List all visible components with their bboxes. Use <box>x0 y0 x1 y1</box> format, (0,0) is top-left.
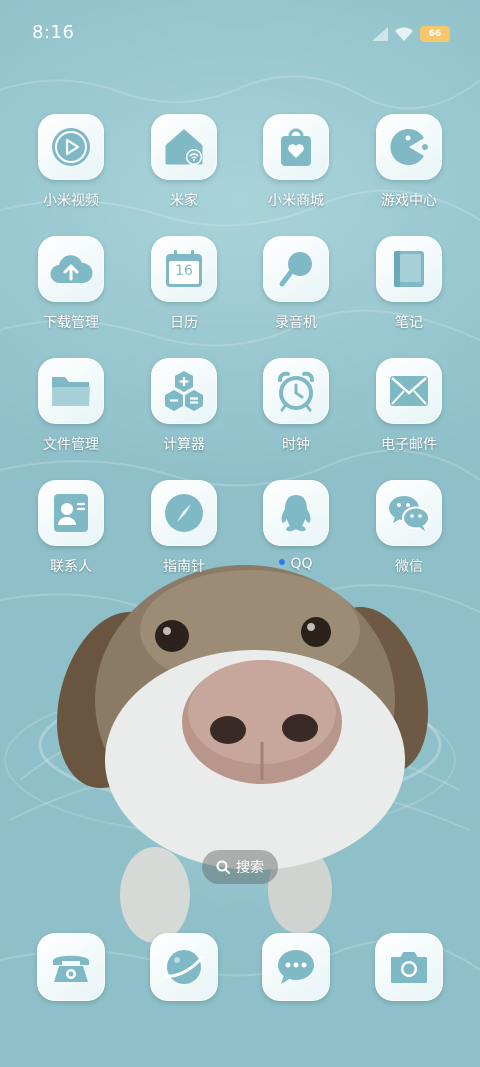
alarm-clock-icon <box>278 371 314 412</box>
app-calendar[interactable]: 16 日历 <box>134 236 234 332</box>
app-clock[interactable]: 时钟 <box>246 358 346 454</box>
app-label: 笔记 <box>395 315 423 331</box>
app-mi-store[interactable]: 小米商城 <box>246 114 346 210</box>
microphone-icon <box>279 252 312 287</box>
folder-icon <box>52 377 90 406</box>
app-wechat-tile[interactable] <box>376 480 442 546</box>
dock-camera-tile[interactable] <box>375 933 443 1001</box>
app-label: 电子邮件 <box>381 437 437 453</box>
wechat-icon <box>389 496 430 531</box>
app-notes[interactable]: 笔记 <box>359 236 459 332</box>
envelope-icon <box>390 376 428 406</box>
app-label: 游戏中心 <box>381 193 437 209</box>
app-label: 计算器 <box>163 437 205 453</box>
app-contacts[interactable]: 联系人 <box>21 480 121 576</box>
app-compass[interactable]: 指南针 <box>134 480 234 576</box>
dock-phone-tile[interactable] <box>37 933 105 1001</box>
camera-icon <box>391 952 427 983</box>
app-label: 下载管理 <box>43 315 99 331</box>
app-file-manager[interactable]: 文件管理 <box>21 358 121 454</box>
play-icon <box>52 128 90 166</box>
calendar-day: 16 <box>175 263 193 279</box>
app-recorder[interactable]: 录音机 <box>246 236 346 332</box>
contact-card-icon <box>54 494 88 532</box>
dock-messages-tile[interactable] <box>262 933 330 1001</box>
app-label: 联系人 <box>50 559 92 575</box>
app-game-center[interactable]: 游戏中心 <box>359 114 459 210</box>
app-game-center-tile[interactable] <box>376 114 442 180</box>
app-compass-tile[interactable] <box>151 480 217 546</box>
app-label: 小米商城 <box>268 193 324 209</box>
app-email[interactable]: 电子邮件 <box>359 358 459 454</box>
app-notes-tile[interactable] <box>376 236 442 302</box>
search-label: 搜索 <box>236 860 264 876</box>
app-label: 录音机 <box>275 315 317 331</box>
app-mijia[interactable]: 米家 <box>134 114 234 210</box>
app-mi-store-tile[interactable] <box>263 114 329 180</box>
search-icon <box>216 860 230 874</box>
app-label: QQ <box>246 556 346 572</box>
dock-messages[interactable] <box>246 933 346 1001</box>
app-wechat[interactable]: 微信 <box>359 480 459 576</box>
app-recorder-tile[interactable] <box>263 236 329 302</box>
app-mi-video[interactable]: 小米视频 <box>21 114 121 210</box>
app-mijia-tile[interactable] <box>151 114 217 180</box>
app-download-manager-tile[interactable] <box>38 236 104 302</box>
app-label: 指南针 <box>163 559 205 575</box>
app-calculator-tile[interactable] <box>151 358 217 424</box>
shopping-bag-icon <box>281 128 311 166</box>
app-label: 文件管理 <box>43 437 99 453</box>
app-mi-video-tile[interactable] <box>38 114 104 180</box>
dock-camera[interactable] <box>359 933 459 1001</box>
browser-planet-icon <box>164 950 204 984</box>
home-wifi-icon <box>165 129 203 165</box>
search-button[interactable]: 搜索 <box>202 850 278 884</box>
cloud-upload-icon <box>50 255 93 284</box>
app-email-tile[interactable] <box>376 358 442 424</box>
notebook-icon <box>394 251 424 287</box>
app-clock-tile[interactable] <box>263 358 329 424</box>
app-label-text: QQ <box>290 556 313 572</box>
app-grid: 小米视频 米家 小米商城 游戏中心 下载管理 16 日历 录音机 笔记 文件管理… <box>0 0 480 1067</box>
penguin-icon <box>281 495 311 532</box>
app-label: 微信 <box>395 559 423 575</box>
dock-browser-tile[interactable] <box>150 933 218 1001</box>
app-qq[interactable]: QQ <box>246 480 346 572</box>
message-bubble-icon <box>278 950 314 984</box>
app-label: 米家 <box>170 193 198 209</box>
app-label: 时钟 <box>282 437 310 453</box>
dock-phone[interactable] <box>21 933 121 1001</box>
app-contacts-tile[interactable] <box>38 480 104 546</box>
calendar-icon: 16 <box>164 249 204 289</box>
notification-dot <box>279 559 286 565</box>
app-label: 小米视频 <box>43 193 99 209</box>
app-file-manager-tile[interactable] <box>38 358 104 424</box>
pacman-icon <box>390 129 428 165</box>
calculator-icon <box>165 371 203 411</box>
app-qq-tile[interactable] <box>263 480 329 546</box>
app-label: 日历 <box>170 315 198 331</box>
app-calculator[interactable]: 计算器 <box>134 358 234 454</box>
app-download-manager[interactable]: 下载管理 <box>21 236 121 332</box>
phone-icon <box>53 955 89 982</box>
compass-icon <box>165 494 203 532</box>
app-calendar-tile[interactable]: 16 <box>151 236 217 302</box>
dock-browser[interactable] <box>134 933 234 1001</box>
